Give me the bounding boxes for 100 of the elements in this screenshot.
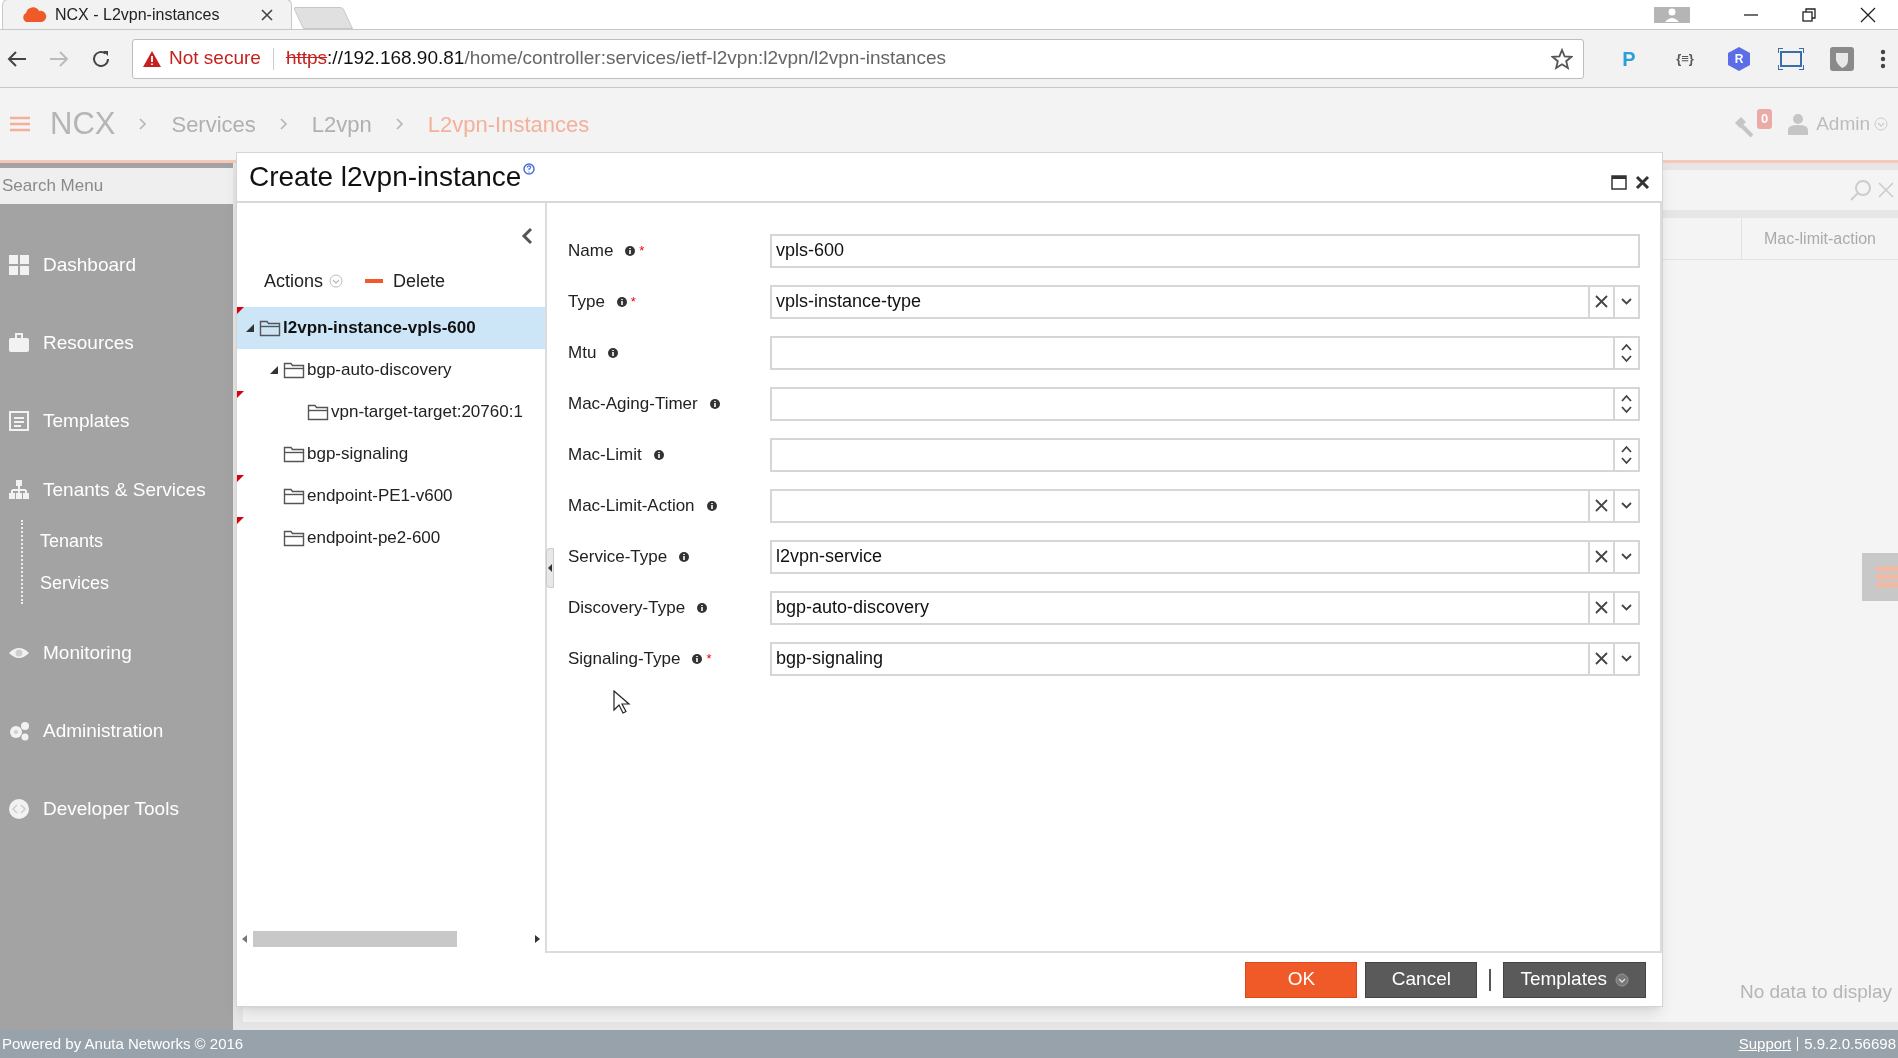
code-icon (9, 799, 29, 819)
empty-message: No data to display (1739, 979, 1892, 1004)
tree-item[interactable]: endpoint-pe2-600 (237, 517, 545, 559)
menu-icon[interactable] (1880, 48, 1886, 69)
search-field[interactable]: Search Menu (0, 168, 233, 204)
select-field[interactable]: bgp-auto-discovery (770, 590, 1640, 625)
field-label: Name (568, 239, 614, 262)
folder-icon (283, 444, 305, 464)
maximize-icon[interactable] (1611, 174, 1627, 190)
chevron-right-icon (139, 118, 148, 130)
sidebar-item[interactable]: Tenants & Services (0, 460, 233, 520)
extension-button[interactable]: {≡} (1670, 48, 1700, 69)
cloud-icon (21, 6, 47, 23)
chevron-right-icon (395, 118, 404, 130)
field-label: Discovery-Type (568, 596, 686, 619)
spinner-icon[interactable] (1621, 342, 1632, 363)
cancel-button[interactable]: Cancel (1365, 961, 1478, 998)
actions-menu[interactable]: Actions (264, 267, 344, 295)
delete-button[interactable]: Delete (365, 267, 446, 295)
sidebar-item[interactable]: Developer Tools (0, 770, 233, 848)
select-field[interactable] (770, 488, 1640, 523)
notification-badge: 0 (1756, 109, 1773, 129)
minus-icon (365, 279, 384, 283)
hierarchy-icon (9, 480, 29, 500)
templates-button[interactable]: Templates (1503, 961, 1646, 998)
chevron-down-icon (1615, 972, 1629, 987)
tree-item[interactable]: bgp-auto-discovery (237, 349, 545, 391)
briefcase-icon (9, 333, 29, 353)
tree-item[interactable]: vpn-target-target:20760:1 (237, 391, 545, 433)
info-icon (616, 296, 627, 307)
sidebar-item[interactable]: Monitoring (0, 614, 233, 692)
tree-item[interactable]: l2vpn-instance-vpls-600 (237, 307, 545, 349)
required-mark: * (630, 292, 636, 311)
field-label: Mtu (568, 341, 597, 364)
support-link[interactable]: Support (1738, 1032, 1792, 1056)
sidebar-item[interactable]: Administration (0, 692, 233, 770)
chevron-right-icon (279, 118, 288, 130)
chevron-left-icon[interactable] (521, 227, 533, 245)
number-field[interactable] (770, 335, 1640, 370)
spinner-icon[interactable] (1621, 393, 1632, 414)
number-field[interactable] (770, 437, 1640, 472)
close-icon[interactable] (1635, 174, 1650, 190)
chevron-down-icon[interactable] (1621, 553, 1632, 560)
extension-button[interactable]: P (1614, 43, 1644, 74)
sidebar-subitem[interactable]: Services (40, 562, 233, 604)
sidebar-subitem[interactable]: Tenants (40, 520, 233, 562)
select-field[interactable]: vpls-instance-type (770, 284, 1640, 319)
text-field[interactable]: vpls-600 (770, 233, 1640, 268)
browser-tab[interactable]: NCX - L2vpn-instances (2, 0, 292, 29)
collapse-handle[interactable] (546, 548, 554, 588)
chevron-down-icon[interactable] (1621, 604, 1632, 611)
back-icon[interactable] (6, 48, 28, 69)
info-icon (709, 398, 720, 409)
sidebar-item[interactable]: Resources (0, 304, 233, 382)
chevron-down-icon[interactable] (1621, 298, 1632, 305)
scrollbar-thumb[interactable] (253, 931, 457, 947)
spinner-icon[interactable] (1621, 444, 1632, 465)
field-label: Signaling-Type (568, 647, 681, 670)
clear-icon[interactable] (1595, 550, 1608, 563)
expanded-icon[interactable] (245, 323, 255, 333)
help-icon[interactable] (523, 163, 536, 175)
chevron-down-icon (329, 274, 344, 288)
screen-icon[interactable] (1778, 47, 1804, 70)
field-label: Mac-Aging-Timer (568, 392, 698, 415)
chevron-down-icon[interactable] (1621, 502, 1632, 509)
sidebar-item[interactable]: Dashboard (0, 226, 233, 304)
caret-left-icon (548, 564, 552, 572)
clear-icon[interactable] (1595, 601, 1608, 614)
address-bar[interactable]: Not secure https://192.168.90.81/home/controller:services/ietf-l2vpn:l2vpn/l2vpn-instances (132, 38, 1584, 79)
form-icon (9, 411, 29, 431)
shield-icon[interactable] (1830, 46, 1854, 71)
star-icon[interactable] (1551, 47, 1573, 70)
chevron-down-icon (1874, 117, 1888, 131)
clear-icon[interactable] (1595, 499, 1608, 512)
tree-item[interactable]: bgp-signaling (237, 433, 545, 475)
required-mark: * (706, 649, 712, 668)
chevron-down-icon[interactable] (1621, 655, 1632, 662)
clear-icon[interactable] (1595, 652, 1608, 665)
warning-icon (143, 50, 161, 67)
field-label: Mac-Limit (568, 443, 642, 466)
info-icon (653, 449, 664, 460)
close-icon[interactable] (261, 8, 273, 21)
select-field[interactable]: l2vpn-service (770, 539, 1640, 574)
scroll-left-icon[interactable] (241, 934, 249, 944)
folder-icon (283, 360, 305, 380)
number-field[interactable] (770, 386, 1640, 421)
select-field[interactable]: bgp-signaling (770, 641, 1640, 676)
restore-icon[interactable] (1802, 8, 1816, 22)
version-text: 5.9.2.0.56698 (1797, 1037, 1896, 1051)
extension-button[interactable]: R (1726, 45, 1752, 72)
sidebar-item[interactable]: Templates (0, 382, 233, 460)
expanded-icon[interactable] (269, 365, 279, 375)
close-icon[interactable] (1860, 7, 1876, 23)
clear-icon[interactable] (1595, 295, 1608, 308)
ok-button[interactable]: OK (1245, 961, 1358, 998)
tree-item[interactable]: endpoint-PE1-v600 (237, 475, 545, 517)
gears-icon (9, 721, 29, 741)
scroll-right-icon[interactable] (533, 934, 541, 944)
info-icon (679, 551, 690, 562)
info-icon (706, 500, 717, 511)
